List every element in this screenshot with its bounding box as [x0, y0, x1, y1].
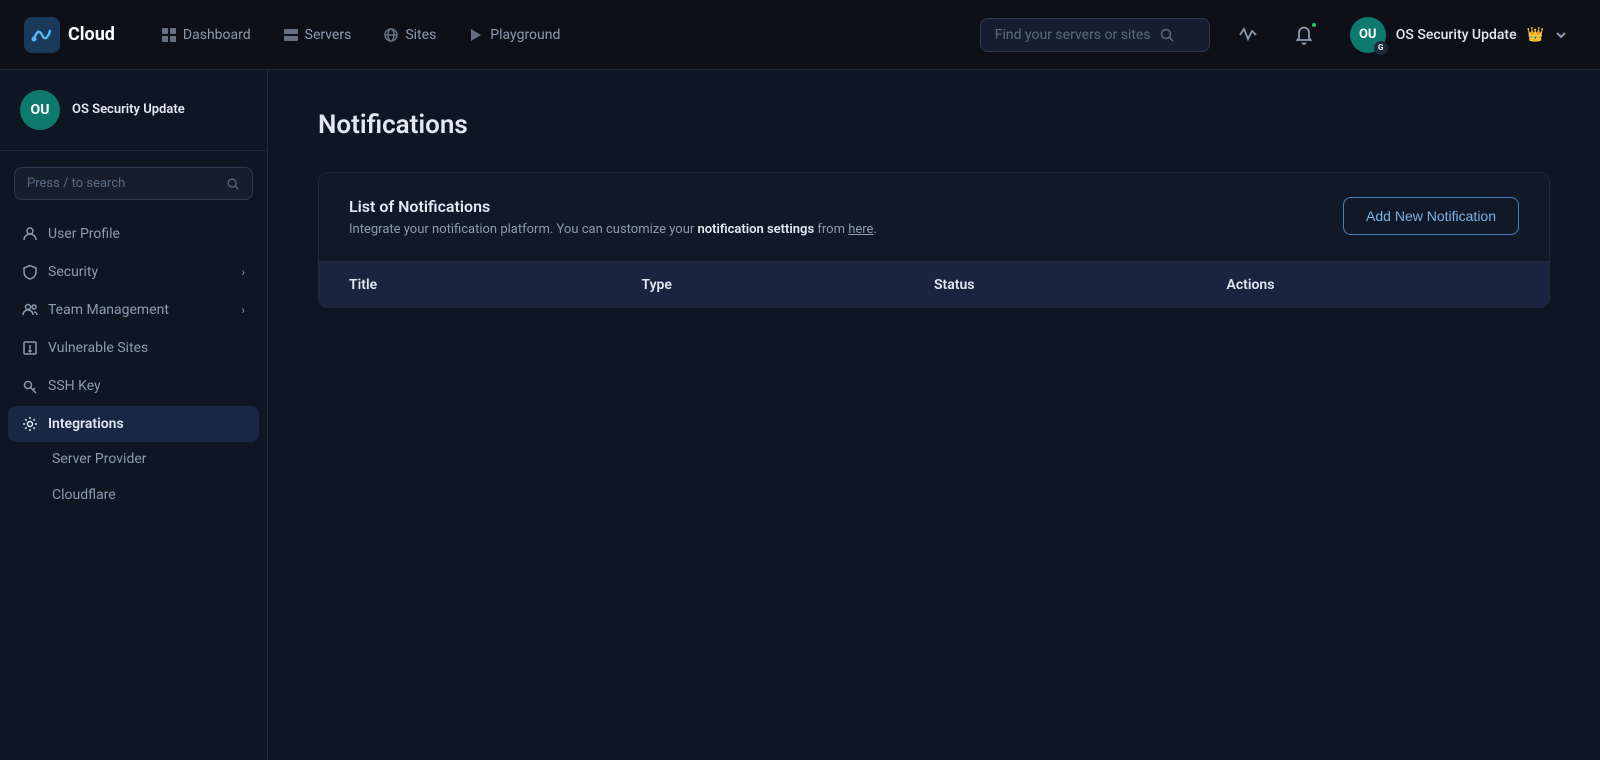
- sidebar-item-integrations[interactable]: Integrations: [8, 406, 259, 442]
- sidebar-username: OS Security Update: [72, 102, 185, 119]
- panel-header-text: List of Notifications Integrate your not…: [349, 197, 877, 237]
- sidebar-sub-item-cloudflare[interactable]: Cloudflare: [38, 478, 259, 512]
- notification-button[interactable]: [1286, 17, 1322, 53]
- panel-desc: Integrate your notification platform. Yo…: [349, 222, 877, 237]
- warning-icon: [22, 340, 38, 356]
- search-placeholder: Find your servers or sites: [995, 27, 1151, 43]
- sidebar-sub-item-label: Cloudflare: [52, 487, 116, 503]
- sidebar-item-ssh-key[interactable]: SSH Key: [8, 368, 259, 404]
- globe-icon: [383, 27, 399, 43]
- sidebar-sub-item-server-provider[interactable]: Server Provider: [38, 442, 259, 476]
- user-icon: [22, 226, 38, 242]
- avatar: OU G: [1350, 17, 1386, 53]
- sidebar-item-user-profile[interactable]: User Profile: [8, 216, 259, 252]
- table-col-type: Type: [642, 277, 935, 293]
- sidebar-item-label: Security: [48, 264, 98, 280]
- sidebar-search-icon: [226, 177, 240, 191]
- gear-icon: [22, 416, 38, 432]
- sidebar-item-label: Team Management: [48, 302, 169, 318]
- panel-desc-middle: from: [814, 222, 848, 237]
- sidebar-item-label: User Profile: [48, 226, 120, 242]
- notification-dot: [1310, 21, 1318, 29]
- nav-links: Dashboard Servers Sites Playground: [147, 19, 574, 51]
- table-col-actions: Actions: [1227, 277, 1520, 293]
- sidebar-user: OU OS Security Update: [0, 90, 267, 151]
- global-search[interactable]: Find your servers or sites: [980, 18, 1210, 52]
- table-col-status: Status: [934, 277, 1227, 293]
- panel-header: List of Notifications Integrate your not…: [319, 173, 1549, 262]
- chevron-right-icon: ›: [241, 265, 245, 279]
- sidebar: OU OS Security Update Press / to search …: [0, 70, 268, 760]
- panel-title: List of Notifications: [349, 197, 877, 216]
- sidebar-sub-nav: Server Provider Cloudflare: [0, 442, 267, 512]
- play-icon: [468, 27, 484, 43]
- table-container: Title Type Status Actions: [319, 262, 1549, 307]
- nav-right: Find your servers or sites OU G OS Secur…: [980, 13, 1576, 57]
- activity-icon: [1238, 25, 1258, 45]
- chevron-down-icon: [1554, 28, 1568, 42]
- sidebar-search[interactable]: Press / to search: [14, 167, 253, 200]
- add-notification-button[interactable]: Add New Notification: [1343, 197, 1519, 235]
- user-name: OS Security Update: [1396, 27, 1517, 43]
- main-layout: OU OS Security Update Press / to search …: [0, 70, 1600, 760]
- sidebar-item-team-management[interactable]: Team Management ›: [8, 292, 259, 328]
- sidebar-item-security[interactable]: Security ›: [8, 254, 259, 290]
- sidebar-item-label: Integrations: [48, 416, 124, 432]
- logo-text: Cloud: [68, 24, 115, 45]
- avatar-badge: G: [1374, 41, 1388, 55]
- team-icon: [22, 302, 38, 318]
- panel-desc-prefix: Integrate your notification platform. Yo…: [349, 222, 698, 237]
- page-title: Notifications: [318, 110, 1550, 140]
- chevron-right-icon: ›: [241, 303, 245, 317]
- table-col-title: Title: [349, 277, 642, 293]
- notification-settings-text: notification settings: [698, 222, 815, 237]
- sidebar-item-vulnerable-sites[interactable]: Vulnerable Sites: [8, 330, 259, 366]
- shield-icon: [22, 264, 38, 280]
- here-link[interactable]: here: [848, 222, 873, 237]
- grid-icon: [161, 27, 177, 43]
- sidebar-item-label: SSH Key: [48, 378, 101, 394]
- nav-dashboard[interactable]: Dashboard: [147, 19, 265, 51]
- nav-playground[interactable]: Playground: [454, 19, 574, 51]
- nav-servers[interactable]: Servers: [269, 19, 366, 51]
- logo[interactable]: Cloud: [24, 17, 115, 53]
- table-header: Title Type Status Actions: [319, 262, 1549, 307]
- logo-icon: [24, 17, 60, 53]
- nav-sites[interactable]: Sites: [369, 19, 450, 51]
- sidebar-search-placeholder: Press / to search: [27, 176, 218, 191]
- key-icon: [22, 378, 38, 394]
- crown-icon: 👑: [1527, 27, 1544, 43]
- search-icon: [1159, 27, 1175, 43]
- server-icon: [283, 27, 299, 43]
- sidebar-item-label: Vulnerable Sites: [48, 340, 148, 356]
- sidebar-sub-item-label: Server Provider: [52, 451, 147, 467]
- activity-button[interactable]: [1230, 17, 1266, 53]
- top-nav: Cloud Dashboard Servers Sites: [0, 0, 1600, 70]
- panel-desc-suffix: .: [873, 222, 876, 237]
- main-content: Notifications List of Notifications Inte…: [268, 70, 1600, 760]
- sidebar-nav: User Profile Security › Team Management …: [0, 216, 267, 442]
- sidebar-avatar: OU: [20, 90, 60, 130]
- notification-panel: List of Notifications Integrate your not…: [318, 172, 1550, 308]
- user-profile-button[interactable]: OU G OS Security Update 👑: [1342, 13, 1576, 57]
